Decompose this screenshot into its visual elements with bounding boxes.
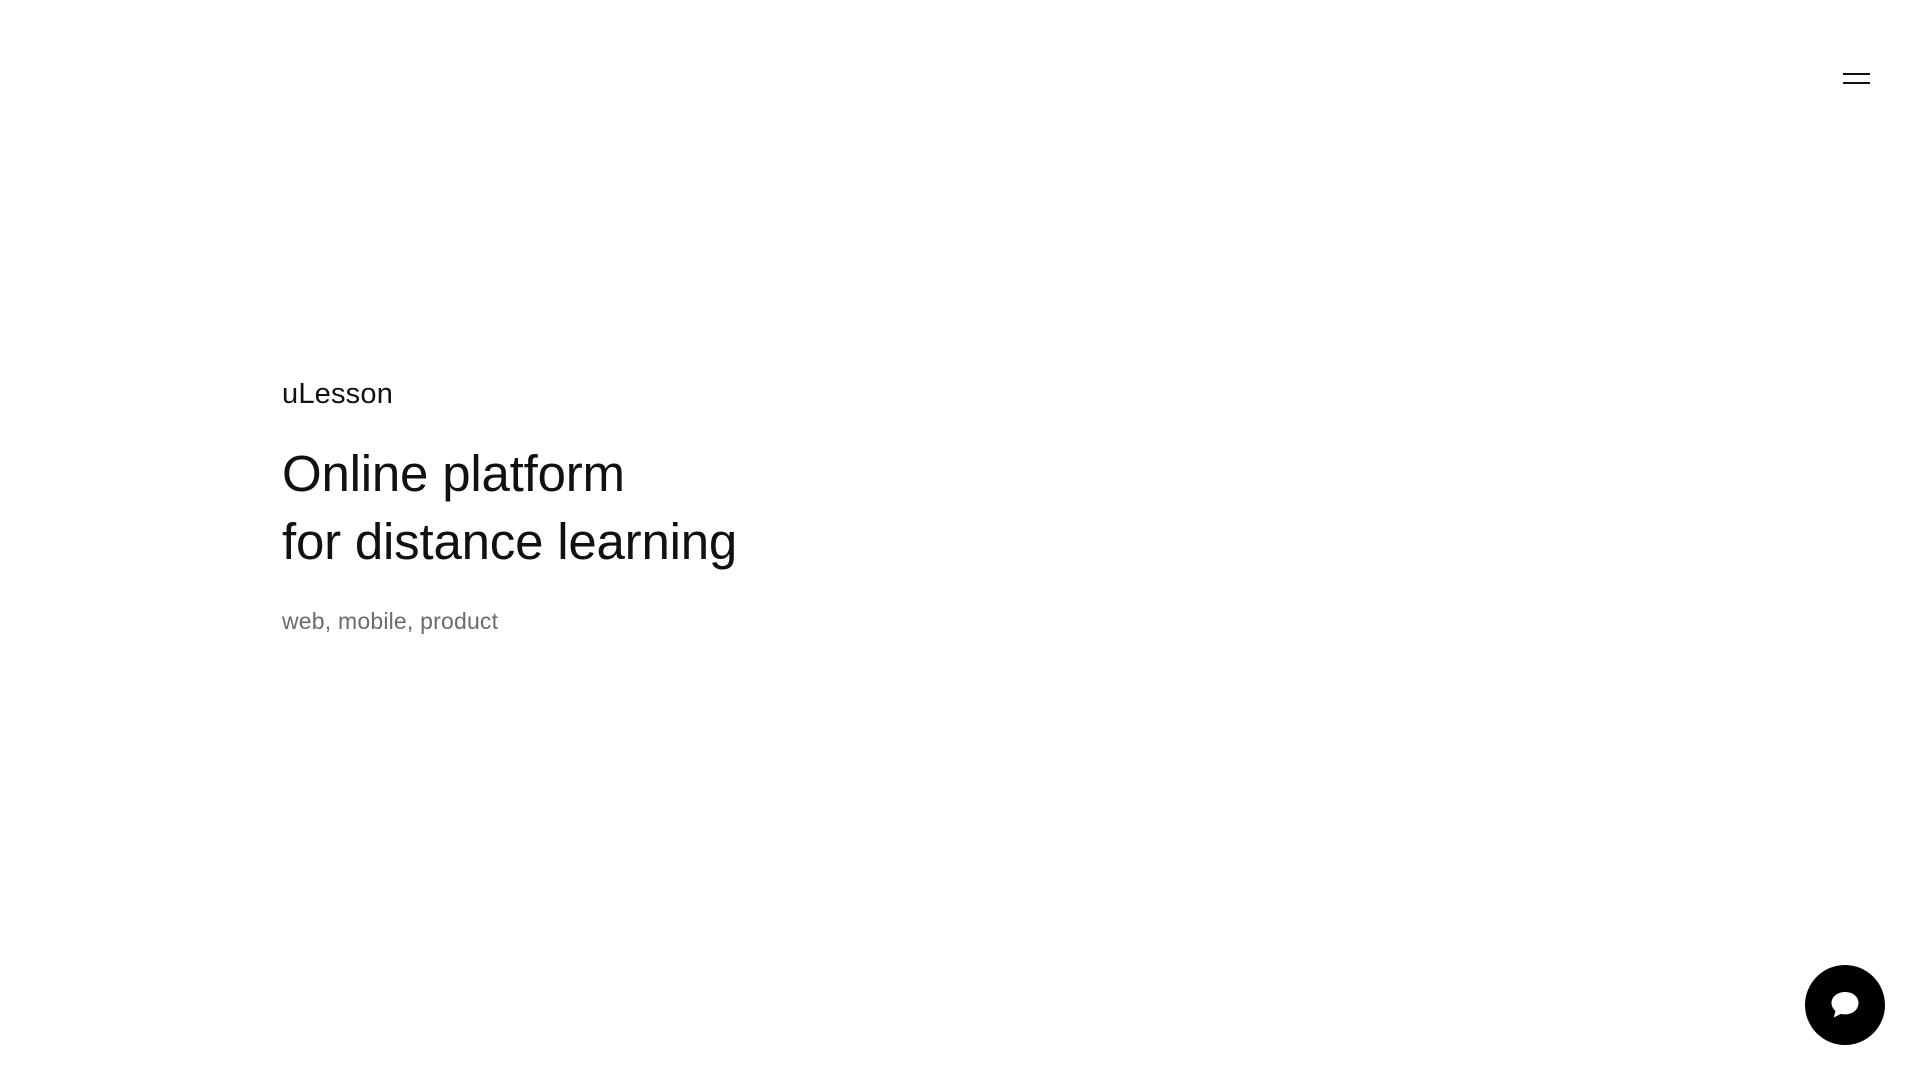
hero-section: uLesson Online platform for distance lea… — [282, 372, 737, 638]
menu-button[interactable] — [1838, 66, 1874, 90]
chat-button[interactable] — [1805, 965, 1885, 1045]
page-title-line-1: Online platform — [282, 445, 625, 502]
project-tags: web, mobile, product — [282, 608, 499, 634]
project-name: uLesson — [282, 378, 394, 410]
hamburger-menu-icon — [1842, 72, 1870, 75]
chat-bubble-icon — [1831, 992, 1859, 1018]
hamburger-menu-icon — [1842, 81, 1870, 84]
page: uLesson Online platform for distance lea… — [0, 0, 1920, 1080]
page-title: Online platform for distance learning — [282, 440, 737, 576]
page-title-line-2: for distance learning — [282, 513, 738, 570]
